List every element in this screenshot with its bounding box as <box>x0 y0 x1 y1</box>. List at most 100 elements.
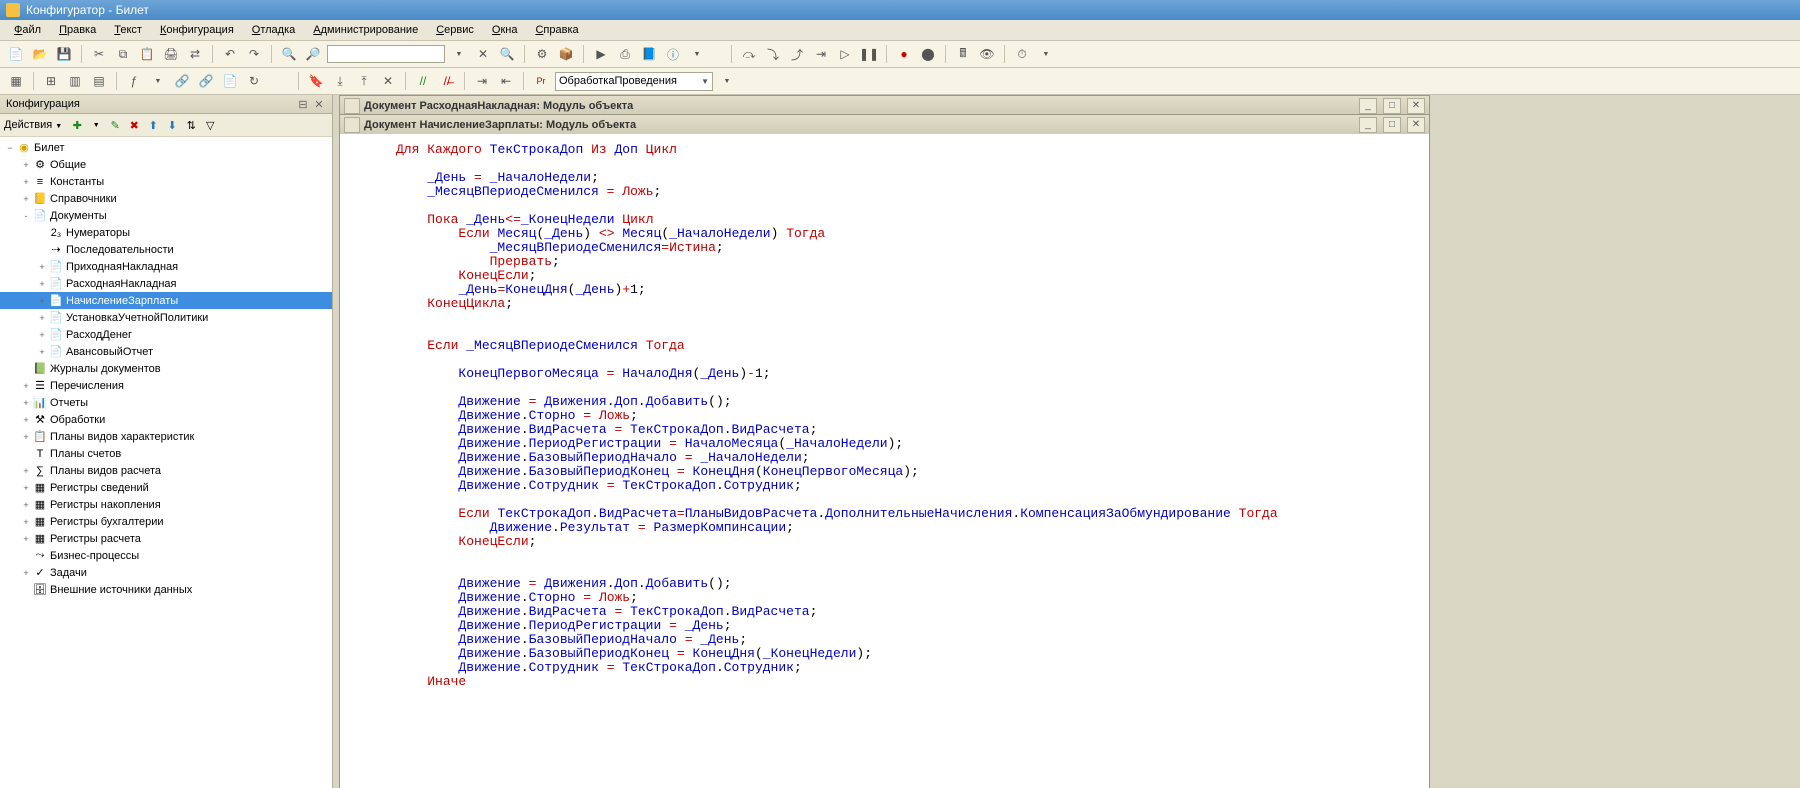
expand-icon[interactable]: + <box>36 330 48 340</box>
proc-go-icon[interactable]: ▼ <box>717 71 737 91</box>
comment-icon[interactable]: // <box>413 71 433 91</box>
pin-icon[interactable]: ⊟ <box>296 97 310 111</box>
panel2-icon[interactable]: ▤ <box>89 71 109 91</box>
run-to-icon[interactable]: ⇥ <box>811 44 831 64</box>
func-drop-icon[interactable]: ▼ <box>148 71 168 91</box>
code-editor[interactable]: Для Каждого ТекСтрокаДоп Из Доп Цикл _Де… <box>340 135 1429 788</box>
bookmark-icon[interactable]: 🔖 <box>306 71 326 91</box>
tree-item[interactable]: -📄Документы <box>0 207 332 224</box>
close-icon[interactable]: ✕ <box>312 97 326 111</box>
step-out-icon[interactable]: ⤴ <box>787 44 807 64</box>
breakpoints-icon[interactable]: ⬤ <box>918 44 938 64</box>
menu-сервис[interactable]: Сервис <box>428 22 482 38</box>
expand-icon[interactable]: + <box>20 160 32 170</box>
procedure-combo[interactable]: ОбработкаПроведения ▼ <box>555 72 713 91</box>
link1-icon[interactable]: 🔗 <box>172 71 192 91</box>
tree-item[interactable]: +▦Регистры сведений <box>0 479 332 496</box>
breakpoint-icon[interactable]: ● <box>894 44 914 64</box>
close-icon[interactable]: ✕ <box>1407 117 1425 133</box>
expand-icon[interactable]: + <box>20 432 32 442</box>
undo-icon[interactable]: ↶ <box>220 44 240 64</box>
expand-icon[interactable]: + <box>20 415 32 425</box>
tree-item[interactable]: +📄НачислениеЗарплаты <box>0 292 332 309</box>
expand-icon[interactable]: + <box>20 177 32 187</box>
minimize-icon[interactable]: _ <box>1359 98 1377 114</box>
box-icon[interactable]: 📦 <box>556 44 576 64</box>
tree-item[interactable]: +▦Регистры расчета <box>0 530 332 547</box>
menu-окна[interactable]: Окна <box>484 22 526 38</box>
func-icon[interactable]: ƒ <box>124 71 144 91</box>
expand-icon[interactable]: + <box>36 262 48 272</box>
tree-item[interactable]: +📄УстановкаУчетнойПолитики <box>0 309 332 326</box>
cut-icon[interactable]: ✂ <box>89 44 109 64</box>
clear-icon[interactable]: ✕ <box>473 44 493 64</box>
uncomment-icon[interactable]: //̶ <box>437 71 457 91</box>
menu-текст[interactable]: Текст <box>106 22 150 38</box>
config-tree[interactable]: − ◉ Билет +⚙Общие+≡Константы+📒Справочник… <box>0 137 332 788</box>
print-icon[interactable]: 🖨 <box>161 44 181 64</box>
module-icon[interactable]: 📄 <box>220 71 240 91</box>
zoom-icon[interactable]: 🔎 <box>303 44 323 64</box>
tree-item[interactable]: +2₃Нумераторы <box>0 224 332 241</box>
watch-icon[interactable]: 👁 <box>977 44 997 64</box>
help-drop-icon[interactable]: ▼ <box>687 44 707 64</box>
expand-icon[interactable]: + <box>20 466 32 476</box>
syntax-icon[interactable]: 📘 <box>639 44 659 64</box>
pause-icon[interactable]: ❚❚ <box>859 44 879 64</box>
menu-конфигурация[interactable]: Конфигурация <box>152 22 242 38</box>
expand-icon[interactable]: + <box>36 347 48 357</box>
proc-icon[interactable]: Pr <box>531 71 551 91</box>
expand-icon[interactable]: + <box>20 534 32 544</box>
tree-item[interactable]: +▦Регистры накопления <box>0 496 332 513</box>
config-icon[interactable]: ⚙ <box>532 44 552 64</box>
debug-attach-icon[interactable]: ⎙ <box>615 44 635 64</box>
up-icon[interactable]: ⬆ <box>145 117 161 133</box>
expand-icon[interactable]: + <box>20 483 32 493</box>
document-header-front[interactable]: Документ НачислениеЗарплаты: Модуль объе… <box>340 115 1429 134</box>
compare-icon[interactable]: ⇄ <box>185 44 205 64</box>
collapse-icon[interactable]: - <box>20 211 32 221</box>
filter-icon[interactable]: ▽ <box>202 117 218 133</box>
tree-item[interactable]: +⚙Общие <box>0 156 332 173</box>
bookmark-clear-icon[interactable]: ✕ <box>378 71 398 91</box>
bookmark-prev-icon[interactable]: ⤒ <box>354 71 374 91</box>
step-into-icon[interactable]: ⤵ <box>763 44 783 64</box>
close-icon[interactable]: ✕ <box>1407 98 1425 114</box>
indent-icon[interactable]: ⇥ <box>472 71 492 91</box>
down-icon[interactable]: ⬇ <box>164 117 180 133</box>
debug-start-icon[interactable]: ▶ <box>591 44 611 64</box>
splitter[interactable] <box>1430 95 1434 788</box>
expand-icon[interactable]: + <box>20 500 32 510</box>
link2-icon[interactable]: 🔗 <box>196 71 216 91</box>
expand-icon[interactable]: + <box>20 398 32 408</box>
expand-icon[interactable]: − <box>4 143 16 153</box>
search-input[interactable] <box>327 45 445 63</box>
actions-menu[interactable]: Действия ▼ <box>4 119 66 131</box>
expand-icon[interactable]: + <box>36 313 48 323</box>
table-icon[interactable]: ▦ <box>6 71 26 91</box>
save-icon[interactable]: 💾 <box>54 44 74 64</box>
open-icon[interactable]: 📂 <box>30 44 50 64</box>
expand-icon[interactable]: + <box>36 279 48 289</box>
tree-item[interactable]: +📋Планы видов характеристик <box>0 428 332 445</box>
tree-item[interactable]: +⤳Бизнес-процессы <box>0 547 332 564</box>
redo-icon[interactable]: ↷ <box>244 44 264 64</box>
tree-item[interactable]: +🗄Внешние источники данных <box>0 581 332 598</box>
copy-icon[interactable]: ⧉ <box>113 44 133 64</box>
menu-отладка[interactable]: Отладка <box>244 22 304 38</box>
expand-icon[interactable]: + <box>20 568 32 578</box>
edit-icon[interactable]: ✎ <box>107 117 123 133</box>
tree-item[interactable]: +☰Перечисления <box>0 377 332 394</box>
menu-правка[interactable]: Правка <box>51 22 104 38</box>
tree-item[interactable]: +📄РасходнаяНакладная <box>0 275 332 292</box>
tree-item[interactable]: +⚒Обработки <box>0 411 332 428</box>
continue-icon[interactable]: ▷ <box>835 44 855 64</box>
new-icon[interactable]: 📄 <box>6 44 26 64</box>
expand-icon[interactable]: + <box>20 381 32 391</box>
document-header-back[interactable]: Документ РасходнаяНакладная: Модуль объе… <box>340 96 1429 115</box>
tree-item[interactable]: +✓Задачи <box>0 564 332 581</box>
tree-item[interactable]: +📊Отчеты <box>0 394 332 411</box>
tree-item[interactable]: +⇢Последовательности <box>0 241 332 258</box>
add-drop-icon[interactable]: ▼ <box>88 117 104 133</box>
calc-icon[interactable]: 🖩 <box>953 44 973 64</box>
